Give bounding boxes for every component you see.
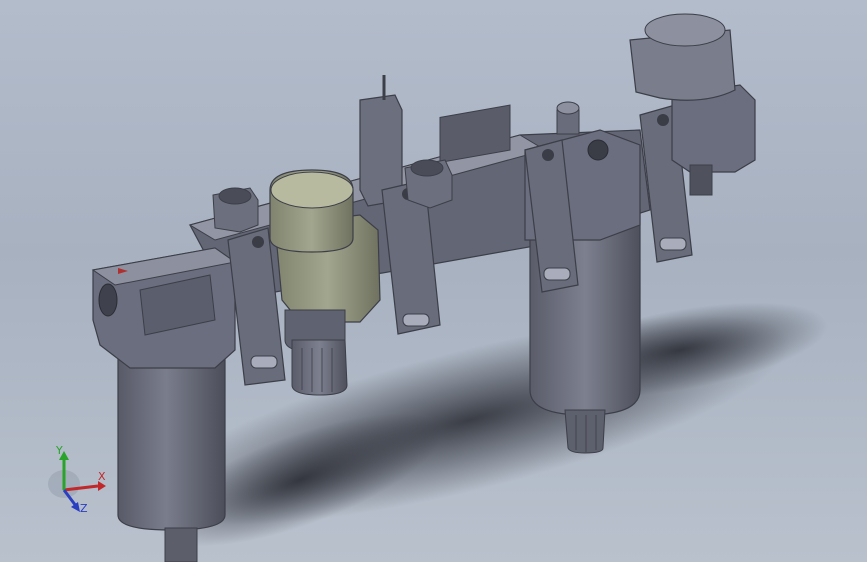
port-fitting-left (212, 187, 259, 233)
cad-viewport[interactable]: X Y Z (0, 0, 867, 562)
y-axis-label: Y (55, 444, 63, 457)
x-axis-label: X (98, 470, 106, 483)
axis-triad: X Y Z (48, 444, 106, 515)
port-fitting-center (404, 159, 453, 209)
pneumatic-frl-assembly-model[interactable] (0, 0, 867, 562)
z-axis-label: Z (80, 502, 88, 515)
